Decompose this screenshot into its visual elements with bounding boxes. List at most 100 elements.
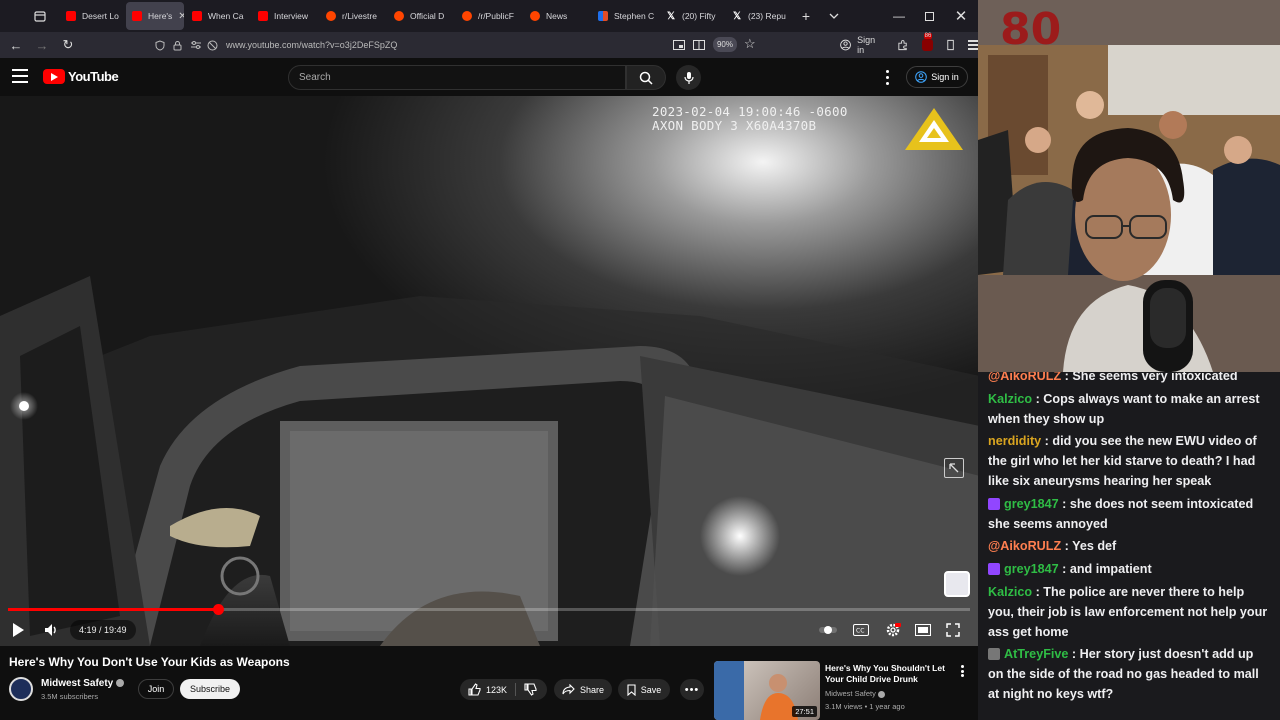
zoom-level[interactable]: 90% bbox=[713, 37, 737, 52]
user-circle-icon bbox=[915, 71, 928, 83]
chat-username[interactable]: nerdidity bbox=[988, 434, 1041, 448]
reload-icon[interactable]: ↻ bbox=[55, 32, 81, 58]
recommended-menu-icon[interactable] bbox=[960, 665, 964, 677]
browser-tab[interactable]: /r/PublicF bbox=[456, 2, 522, 30]
fullscreen-button[interactable] bbox=[942, 618, 964, 642]
join-button[interactable]: Join bbox=[138, 679, 174, 699]
video-player[interactable]: 2023-02-04 19:00:46 -0600 AXON BODY 3 X6… bbox=[0, 96, 978, 646]
recommended-channel[interactable]: Midwest Safety bbox=[825, 689, 876, 698]
reader-view-icon[interactable] bbox=[693, 40, 705, 50]
subtitles-button[interactable]: CC bbox=[850, 618, 872, 642]
chat-username[interactable]: grey1847 bbox=[1004, 497, 1059, 511]
tab-label: (23) Repu bbox=[748, 11, 786, 21]
close-window-button[interactable]: ✕ bbox=[946, 0, 976, 32]
like-count[interactable]: 123K bbox=[486, 685, 507, 695]
youtube-header: YouTube Search Sign in bbox=[0, 58, 978, 96]
new-tab-button[interactable]: + bbox=[792, 2, 820, 30]
channel-watermark[interactable] bbox=[944, 571, 970, 597]
search-button[interactable] bbox=[626, 65, 666, 90]
tab-label: Here's bbox=[148, 11, 173, 21]
picture-in-picture-icon[interactable] bbox=[673, 40, 685, 50]
youtube-logo[interactable]: YouTube bbox=[43, 69, 119, 84]
subscriber-count: 3.5M subscribers bbox=[41, 692, 99, 701]
chat-username[interactable]: @AikoRULZ bbox=[988, 539, 1061, 553]
settings-more-icon[interactable] bbox=[880, 68, 894, 86]
voice-search-button[interactable] bbox=[676, 65, 701, 90]
theater-mode-button[interactable] bbox=[912, 618, 934, 642]
video-frame bbox=[0, 96, 978, 646]
save-button[interactable]: Save bbox=[618, 679, 670, 700]
gear-icon bbox=[886, 623, 901, 637]
back-arrow-icon[interactable]: ← bbox=[3, 32, 29, 58]
chat-separator: : bbox=[1068, 647, 1080, 662]
msn-icon bbox=[598, 11, 608, 21]
browser-tab[interactable]: Stephen C bbox=[592, 2, 658, 30]
browser-tab[interactable]: 𝕏 (23) Repu bbox=[726, 2, 792, 30]
chat-username[interactable]: @AikoRULZ bbox=[988, 372, 1061, 383]
chat-separator: : bbox=[1032, 584, 1044, 599]
settings-button[interactable] bbox=[882, 618, 904, 642]
recommended-title[interactable]: Here's Why You Shouldn't Let Your Child … bbox=[825, 663, 945, 685]
browser-tab[interactable]: 𝕏 (20) Fifty bbox=[660, 2, 724, 30]
tab-label: Stephen C bbox=[614, 11, 655, 21]
subscribe-button[interactable]: Subscribe bbox=[180, 679, 240, 699]
bookmark-star-icon[interactable]: ☆ bbox=[744, 36, 756, 52]
channel-name-row[interactable]: Midwest Safety bbox=[41, 678, 125, 689]
browser-sign-in[interactable]: Sign in bbox=[857, 35, 882, 55]
channel-avatar[interactable] bbox=[9, 677, 33, 701]
share-button[interactable]: Share bbox=[554, 679, 612, 700]
bookmark-icon bbox=[627, 683, 636, 696]
list-tabs-chevron-icon[interactable] bbox=[820, 2, 848, 30]
url-bar[interactable]: www.youtube.com/watch?v=o3j2DeFSpZQ 90% … bbox=[155, 35, 760, 55]
chat-username[interactable]: Kalzico bbox=[988, 585, 1032, 599]
minimize-button[interactable]: — bbox=[884, 0, 914, 32]
thumbs-up-icon[interactable] bbox=[468, 683, 481, 696]
chat-username[interactable]: AtTreyFive bbox=[1004, 647, 1068, 661]
app-menu-icon[interactable] bbox=[967, 40, 978, 50]
chat-message: nerdidity : did you see the new EWU vide… bbox=[988, 432, 1270, 491]
extension-badge: 86 bbox=[923, 33, 933, 39]
reddit-icon bbox=[394, 11, 404, 21]
autoplay-toggle[interactable] bbox=[818, 618, 838, 642]
browser-tab[interactable]: Official D bbox=[388, 2, 454, 30]
browser-tab[interactable]: Interview bbox=[252, 2, 318, 30]
account-icon[interactable] bbox=[840, 39, 851, 51]
maximize-button[interactable] bbox=[914, 0, 944, 32]
tab-label: (20) Fifty bbox=[682, 11, 716, 21]
volume-button[interactable] bbox=[40, 618, 64, 642]
verified-icon bbox=[877, 690, 885, 698]
chat-message: @AikoRULZ : She seems very intoxicated bbox=[988, 372, 1270, 387]
browser-tab[interactable]: Here's ✕ bbox=[126, 2, 184, 30]
browser-tab[interactable]: r/Livestre bbox=[320, 2, 386, 30]
thumbs-down-icon[interactable] bbox=[524, 683, 537, 696]
hamburger-menu-icon[interactable] bbox=[12, 69, 28, 83]
player-controls: 4:19 / 19:49 CC bbox=[0, 614, 978, 646]
chat-username[interactable]: Kalzico bbox=[988, 392, 1032, 406]
ublock-extension-icon[interactable]: 86 bbox=[921, 33, 933, 51]
recommended-video[interactable]: 27:51 Here's Why You Shouldn't Let Your … bbox=[714, 661, 964, 720]
chat-badge-icon bbox=[988, 563, 1000, 576]
autoplay-icon bbox=[819, 626, 837, 634]
recommended-thumbnail[interactable]: 27:51 bbox=[714, 661, 820, 720]
chat-message: grey1847 : and impatient bbox=[988, 560, 1270, 580]
more-actions-button[interactable]: ••• bbox=[680, 679, 704, 700]
progress-bar[interactable] bbox=[8, 604, 970, 615]
autoplay-blocked-icon[interactable] bbox=[207, 40, 218, 51]
play-button[interactable] bbox=[6, 618, 30, 642]
forward-arrow-icon[interactable]: → bbox=[29, 32, 55, 58]
tab-overview-icon[interactable] bbox=[26, 2, 54, 30]
channel-name[interactable]: Midwest Safety bbox=[41, 678, 113, 689]
permissions-icon[interactable] bbox=[190, 40, 202, 50]
search-input[interactable]: Search bbox=[288, 65, 626, 90]
browser-tab[interactable]: When Ca bbox=[186, 2, 250, 30]
chat-username[interactable]: grey1847 bbox=[1004, 562, 1059, 576]
extension-puzzle-icon[interactable] bbox=[945, 39, 956, 51]
close-tab-icon[interactable]: ✕ bbox=[178, 11, 184, 22]
browser-tab[interactable]: Desert Lo bbox=[60, 2, 124, 30]
tab-label: Interview bbox=[274, 11, 309, 21]
mini-player-icon[interactable] bbox=[944, 458, 964, 478]
browser-tab[interactable]: News bbox=[524, 2, 590, 30]
youtube-sign-in-button[interactable]: Sign in bbox=[906, 66, 968, 88]
chat-separator: : bbox=[1058, 496, 1070, 511]
extensions-icon[interactable] bbox=[897, 39, 908, 51]
